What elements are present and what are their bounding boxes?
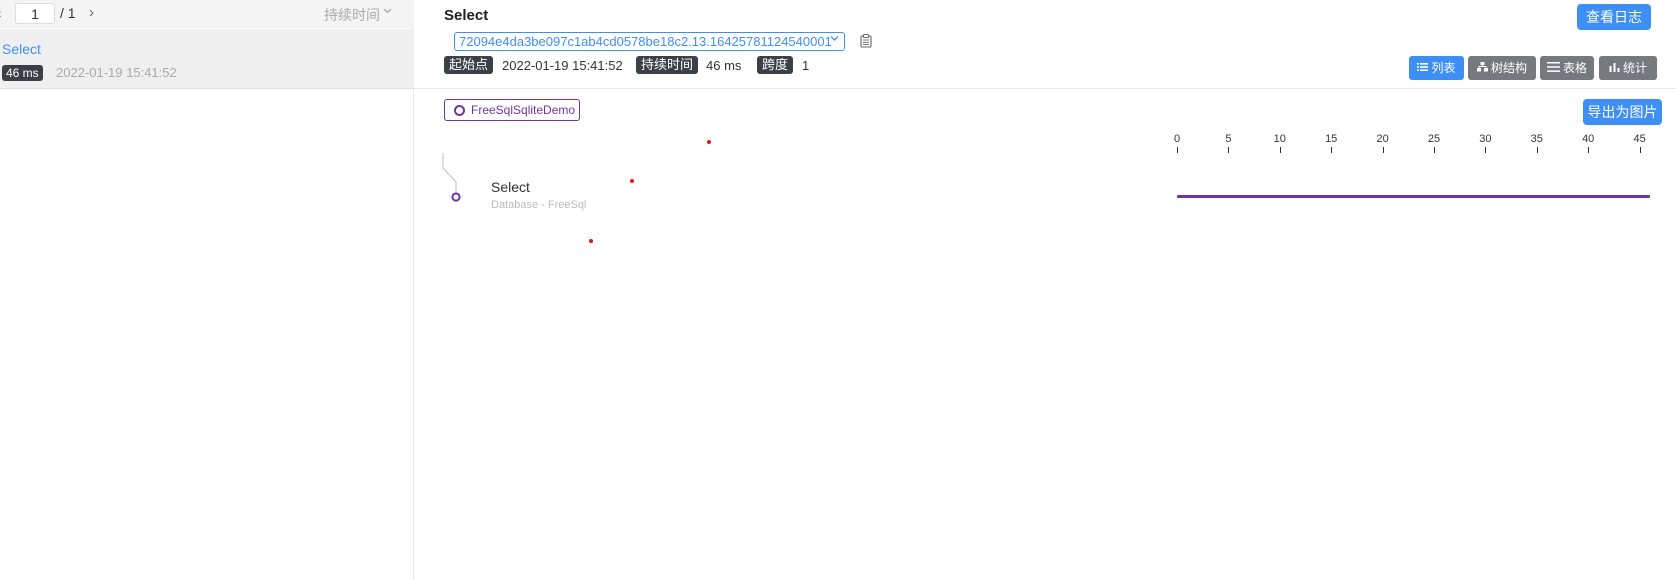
trace-list-item[interactable]: Select 46 ms 2022-01-19 15:41:52 (0, 29, 414, 89)
trace-viewer: ‹ / 1 › 持续时间 Select 46 ms 2022-01-19 15:… (0, 0, 1676, 580)
duration-label: 持续时间 (636, 56, 699, 74)
page-total: / 1 (60, 5, 76, 21)
header-divider (414, 88, 1676, 89)
axis-tick-mark (1639, 147, 1641, 153)
axis-tick-mark (1177, 147, 1178, 153)
view-table-label: 表格 (1562, 61, 1587, 75)
sort-select[interactable]: 持续时间 (324, 5, 380, 25)
timeline-axis: 0 5 10 15 20 25 30 35 40 45 (1160, 133, 1660, 163)
trace-id-value: 72094e4da3be097c1ab4cd0578be18c2.13.1642… (459, 34, 832, 49)
start-value: 2022-01-19 15:41:52 (502, 58, 623, 73)
service-tag[interactable]: FreeSqlSqliteDemo (444, 99, 580, 121)
axis-tick-label: 40 (1582, 133, 1595, 145)
view-stats-button[interactable]: 统计 (1599, 56, 1657, 80)
span-subtitle: Database - FreeSql (491, 199, 587, 211)
axis-tick-mark (1588, 147, 1590, 153)
bar-chart-icon (1609, 57, 1620, 81)
axis-tick-mark (1485, 147, 1487, 153)
view-tree-button[interactable]: 树结构 (1468, 56, 1536, 80)
page-title: Select (444, 7, 489, 24)
service-circle-icon (454, 105, 465, 116)
view-tree-label: 树结构 (1490, 61, 1527, 75)
span-count-value: 1 (802, 58, 810, 73)
axis-tick-label: 30 (1479, 133, 1492, 145)
next-page-button[interactable]: › (89, 4, 94, 21)
axis-tick-mark (1536, 147, 1538, 153)
axis-tick-label: 45 (1633, 133, 1646, 145)
span-name[interactable]: Select (491, 179, 530, 195)
axis-tick-mark (1279, 147, 1281, 153)
axis-tick-mark (1434, 147, 1435, 153)
axis-tick-mark (1331, 147, 1333, 153)
marker-dot (589, 239, 593, 243)
export-image-button[interactable]: 导出为图片 (1583, 99, 1662, 125)
axis-tick-label: 0 (1173, 133, 1181, 145)
trace-list-panel: ‹ / 1 › 持续时间 Select 46 ms 2022-01-19 15:… (0, 0, 414, 580)
tree-icon (1476, 57, 1488, 81)
table-icon (1546, 57, 1560, 81)
list-icon (1417, 57, 1429, 81)
axis-tick-label: 10 (1273, 133, 1286, 145)
view-list-button[interactable]: 列表 (1409, 56, 1464, 80)
axis-tick-mark (1382, 147, 1384, 153)
marker-dot (630, 179, 634, 183)
chevron-down-icon (829, 33, 840, 50)
page-number-input[interactable] (15, 3, 55, 24)
trace-item-duration-badge: 46 ms (2, 65, 43, 81)
span-label: 跨度 (757, 56, 794, 74)
view-list-label: 列表 (1431, 61, 1456, 75)
trace-id-select[interactable]: 72094e4da3be097c1ab4cd0578be18c2.13.1642… (454, 32, 845, 51)
start-label: 起始点 (444, 56, 494, 74)
axis-tick-label: 15 (1325, 133, 1338, 145)
clipboard-icon[interactable] (860, 34, 872, 48)
pagination-bar: ‹ / 1 › 持续时间 (0, 0, 414, 28)
axis-tick-label: 5 (1225, 133, 1232, 145)
span-tree-connector (442, 153, 461, 202)
trace-item-time: 2022-01-19 15:41:52 (56, 65, 177, 80)
chevron-down-icon[interactable] (382, 5, 393, 19)
prev-page-button[interactable]: ‹ (0, 5, 2, 21)
marker-dot (707, 140, 711, 144)
service-name: FreeSqlSqliteDemo (471, 103, 576, 117)
view-table-button[interactable]: 表格 (1540, 56, 1594, 80)
axis-tick-mark (1228, 147, 1230, 153)
axis-tick-label: 35 (1530, 133, 1543, 145)
axis-tick-label: 25 (1427, 133, 1441, 145)
view-stats-label: 统计 (1622, 61, 1647, 75)
span-duration-bar[interactable] (1177, 195, 1650, 198)
trace-item-name[interactable]: Select (2, 41, 41, 57)
view-log-button[interactable]: 查看日志 (1577, 4, 1651, 30)
axis-tick-label: 20 (1376, 133, 1389, 145)
duration-value: 46 ms (706, 58, 742, 73)
